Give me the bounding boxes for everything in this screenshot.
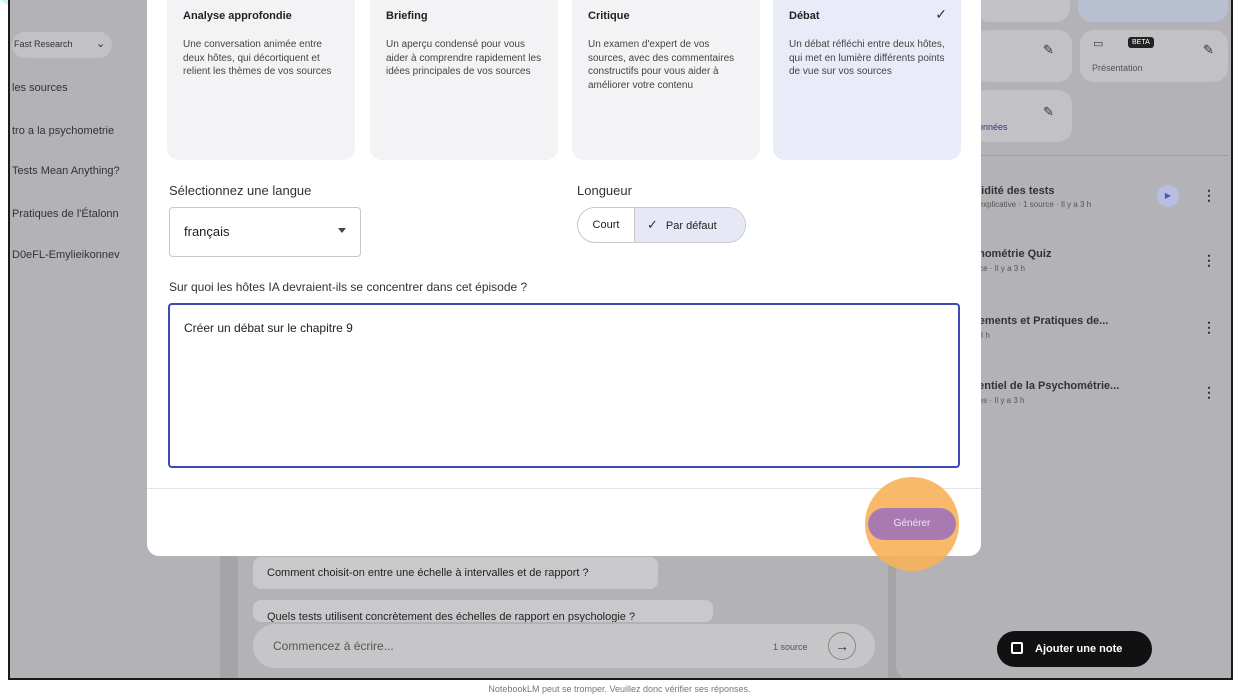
source-item[interactable]: tro a la psychometrie — [12, 125, 114, 137]
source-item[interactable]: Tests Mean Anything? — [12, 165, 120, 177]
add-note-label: Ajouter une note — [1035, 643, 1123, 655]
chat-input[interactable]: Commencez à écrire... 1 source → — [253, 624, 875, 668]
studio-tile[interactable] — [972, 90, 1072, 142]
generate-button[interactable]: Générer — [868, 508, 956, 540]
studio-item-meta: o explicative · 1 source · Il y a 3 h — [972, 200, 1092, 209]
dropdown-arrow-icon — [338, 228, 346, 233]
suggestion-chip[interactable]: Comment choisit-on entre une échelle à i… — [253, 557, 658, 589]
more-options-icon[interactable]: ⋮ — [1202, 384, 1216, 401]
format-description: Un aperçu condensé pour vous aider à com… — [386, 39, 542, 77]
length-toggle: Court ✓ Par défaut — [577, 207, 746, 243]
format-card-critique[interactable]: Critique Un examen d'expert de vos sourc… — [572, 0, 760, 160]
language-label: Sélectionnez une langue — [169, 183, 312, 198]
studio-item-title[interactable]: sentiel de la Psychométrie... — [972, 380, 1119, 392]
studio-tile[interactable] — [972, 30, 1072, 82]
source-item[interactable]: D0eFL-Emylieikonnev — [12, 249, 120, 261]
chat-input-placeholder: Commencez à écrire... — [273, 639, 394, 653]
source-item[interactable]: les sources — [12, 82, 68, 94]
source-item[interactable]: Pratiques de l'Étalonn — [12, 208, 119, 220]
edit-icon[interactable]: ✎ — [1043, 42, 1054, 58]
chevron-down-icon: ⌄ — [96, 38, 106, 50]
focus-prompt-label: Sur quoi les hôtes IA devraient-ils se c… — [169, 280, 528, 294]
edit-icon[interactable]: ✎ — [1203, 42, 1214, 58]
format-title: Analyse approfondie — [183, 10, 292, 22]
suggestion-chip[interactable]: Quels tests utilisent concrètement des é… — [253, 600, 713, 622]
studio-item-title[interactable]: alidité des tests — [972, 185, 1055, 197]
studio-tile-top-1[interactable] — [975, 0, 1070, 22]
length-option-short[interactable]: Court — [578, 208, 635, 242]
more-options-icon[interactable]: ⋮ — [1202, 319, 1216, 336]
format-title: Critique — [588, 10, 630, 22]
research-dropdown-label: Fast Research — [14, 39, 73, 49]
play-icon[interactable]: ▶ — [1157, 185, 1179, 207]
note-icon — [1011, 642, 1023, 654]
checkmark-icon: ✓ — [935, 6, 947, 22]
length-option-default-label: Par défaut — [665, 220, 717, 232]
send-arrow-icon[interactable]: → — [828, 632, 856, 660]
format-card-debate[interactable]: Débat Un débat réfléchi entre deux hôtes… — [773, 0, 961, 160]
format-card-briefing[interactable]: Briefing Un aperçu condensé pour vous ai… — [370, 0, 558, 160]
presentation-icon: ▭ — [1093, 38, 1104, 50]
app-window: Fast Research ⌄ les sources tro a la psy… — [8, 0, 1233, 680]
panel-divider — [972, 155, 1228, 156]
source-count: 1 source — [773, 642, 808, 652]
length-option-default[interactable]: ✓ Par défaut — [635, 208, 745, 242]
format-title: Briefing — [386, 10, 428, 22]
disclaimer-footer: NotebookLM peut se tromper. Veuillez don… — [488, 684, 751, 694]
language-value: français — [184, 224, 230, 239]
more-options-icon[interactable]: ⋮ — [1202, 187, 1216, 204]
length-label: Longueur — [577, 183, 632, 198]
more-options-icon[interactable]: ⋮ — [1202, 252, 1216, 269]
language-select[interactable]: français — [169, 207, 361, 257]
edit-icon[interactable]: ✎ — [1043, 104, 1054, 120]
format-title: Débat — [789, 10, 820, 22]
checkmark-icon: ✓ — [647, 217, 658, 232]
audio-overview-dialog: Analyse approfondie Une conversation ani… — [147, 0, 981, 556]
studio-tile-label: Présentation — [1092, 63, 1143, 73]
screenshot-frame: Fast Research ⌄ les sources tro a la psy… — [0, 0, 1239, 697]
studio-item-title[interactable]: chométrie Quiz — [972, 248, 1051, 260]
format-description: Une conversation animée entre deux hôtes… — [183, 39, 332, 77]
format-description: Un examen d'expert de vos sources, avec … — [588, 39, 735, 91]
studio-item-title[interactable]: dements et Pratiques de... — [972, 315, 1108, 327]
add-note-button[interactable]: Ajouter une note — [997, 631, 1152, 667]
format-card-deep-dive[interactable]: Analyse approfondie Une conversation ani… — [167, 0, 355, 160]
beta-badge: BETA — [1128, 37, 1154, 48]
focus-textarea[interactable]: Créer un débat sur le chapitre 9 — [168, 303, 960, 468]
format-description: Un débat réfléchi entre deux hôtes, qui … — [789, 39, 945, 77]
studio-tile-top-2[interactable] — [1078, 0, 1228, 22]
dialog-divider — [147, 488, 981, 489]
